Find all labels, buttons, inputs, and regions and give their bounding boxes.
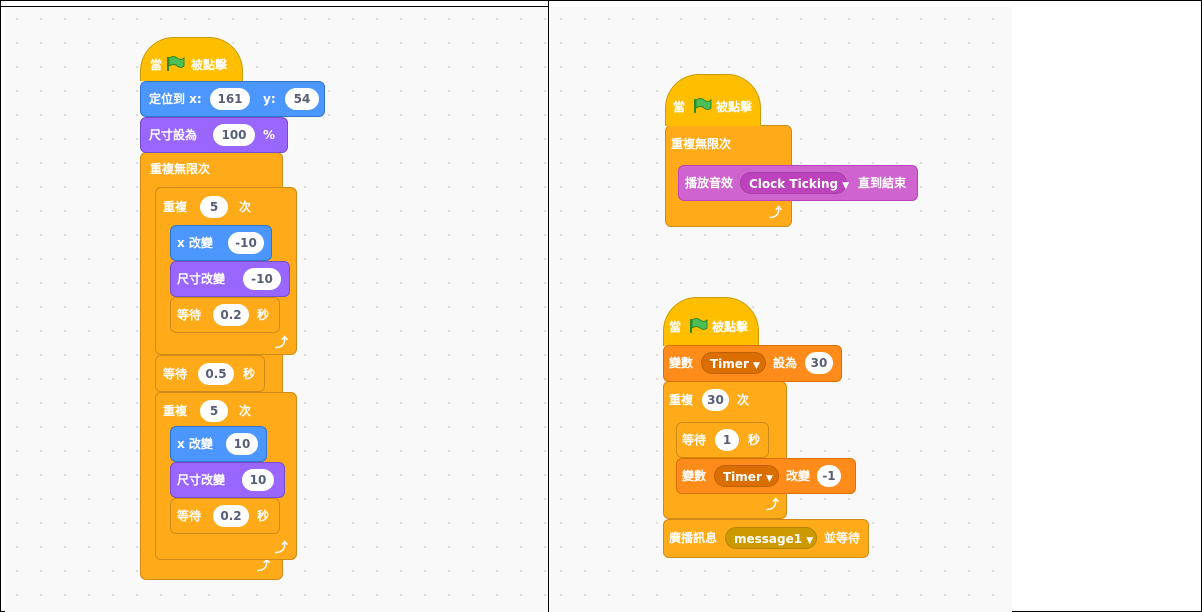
change-size-input[interactable]: -10 — [243, 268, 281, 290]
set-var-mid: 設為 — [773, 356, 798, 370]
repeat-count-input[interactable]: 5 — [200, 196, 228, 218]
loop-arrow-icon: ⤴ — [275, 541, 289, 556]
set-var-label: 變數 — [669, 356, 694, 370]
hat-suffix: 被點擊 — [712, 320, 749, 334]
hat-suffix: 被點擊 — [716, 100, 753, 114]
code-area-right: 重複無限次 ⤴ 當 被點擊 播放音效 Clock Ticking ▼ 直到結束 … — [549, 7, 1012, 612]
set-size-label: 尺寸設為 — [149, 128, 198, 142]
variable-name: Timer — [723, 470, 762, 484]
change-size-input[interactable]: 10 — [242, 469, 274, 491]
hat-suffix: 被點擊 — [191, 58, 228, 72]
size-unit: % — [263, 128, 276, 142]
change-x-label: x 改變 — [177, 236, 213, 250]
y-input[interactable]: 54 — [285, 88, 319, 110]
wait-label: 等待 — [163, 367, 188, 381]
dropdown-arrow-icon: ▼ — [842, 181, 850, 191]
wait-input[interactable]: 0.5 — [198, 363, 234, 385]
change-var-mid: 改變 — [786, 469, 811, 483]
wait-input[interactable]: 1 — [715, 429, 739, 451]
change-x-input[interactable]: 10 — [226, 433, 258, 455]
loop-arrow-icon: ⤴ — [769, 206, 783, 221]
repeat-count-input[interactable]: 30 — [702, 389, 729, 411]
wait-unit: 秒 — [243, 367, 256, 381]
change-size-label: 尺寸改變 — [177, 272, 226, 286]
play-sound-label: 播放音效 — [685, 176, 734, 190]
change-var-value-input[interactable]: -1 — [817, 465, 841, 487]
variable-name: Timer — [710, 357, 749, 371]
repeat-unit: 次 — [737, 393, 750, 407]
wait-unit: 秒 — [257, 509, 270, 523]
wait-input[interactable]: 0.2 — [213, 505, 249, 527]
size-input[interactable]: 100 — [213, 124, 255, 146]
change-x-input[interactable]: -10 — [228, 232, 264, 254]
wait-unit: 秒 — [748, 433, 761, 447]
code-area-left: 重複無限次 ⤴ 重複 5 次 ⤴ 重複 5 次 ⤴ 當 被點擊 定位到 x: 1… — [5, 7, 548, 612]
x-input[interactable]: 161 — [210, 88, 250, 110]
y-label: y: — [263, 92, 276, 106]
green-flag-icon — [694, 98, 712, 113]
wait-label: 等待 — [682, 433, 707, 447]
message-dropdown[interactable]: message1 ▼ — [725, 527, 817, 549]
broadcast-suffix: 並等待 — [824, 531, 861, 545]
repeat-unit: 次 — [239, 404, 252, 418]
play-sound-suffix: 直到結束 — [858, 176, 907, 190]
goto-label: 定位到 x: — [149, 92, 202, 106]
variable-dropdown[interactable]: Timer ▼ — [714, 465, 779, 487]
sound-dropdown[interactable]: Clock Ticking ▼ — [740, 172, 850, 194]
dropdown-arrow-icon: ▼ — [753, 361, 760, 371]
green-flag-icon — [167, 56, 185, 71]
repeat-label: 重複 — [163, 200, 188, 214]
loop-arrow-icon: ⤴ — [275, 336, 289, 351]
wait-label: 等待 — [177, 308, 202, 322]
forever-label: 重複無限次 — [671, 137, 732, 151]
set-var-value-input[interactable]: 30 — [805, 352, 833, 374]
broadcast-label: 廣播訊息 — [669, 531, 718, 545]
repeat-unit: 次 — [239, 200, 252, 214]
forever-label: 重複無限次 — [150, 162, 211, 176]
wait-unit: 秒 — [257, 308, 270, 322]
change-var-label: 變數 — [682, 469, 707, 483]
hat-prefix: 當 — [669, 320, 682, 334]
message-name: message1 — [734, 532, 803, 546]
repeat-count-input[interactable]: 5 — [200, 400, 228, 422]
wait-input[interactable]: 0.2 — [213, 304, 249, 326]
loop-arrow-icon: ⤴ — [257, 559, 271, 574]
dropdown-arrow-icon: ▼ — [806, 536, 814, 546]
wait-label: 等待 — [177, 509, 202, 523]
change-x-label: x 改變 — [177, 437, 213, 451]
dropdown-arrow-icon: ▼ — [766, 474, 773, 484]
hat-prefix: 當 — [150, 58, 163, 72]
repeat-label: 重複 — [163, 404, 188, 418]
hat-prefix: 當 — [673, 100, 686, 114]
loop-arrow-icon: ⤴ — [766, 498, 780, 513]
variable-dropdown[interactable]: Timer ▼ — [701, 352, 766, 374]
green-flag-icon — [690, 318, 708, 333]
repeat-label: 重複 — [669, 393, 694, 407]
change-size-label: 尺寸改變 — [177, 473, 226, 487]
sound-name: Clock Ticking — [749, 177, 839, 191]
